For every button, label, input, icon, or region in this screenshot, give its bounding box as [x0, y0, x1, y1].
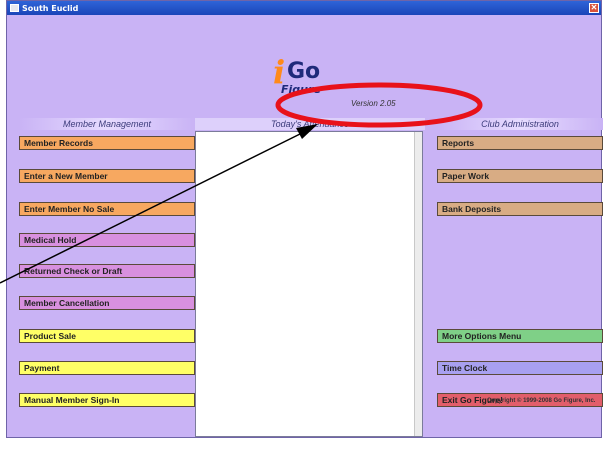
member-records-button[interactable]: Member Records — [19, 136, 195, 150]
returned-check-button[interactable]: Returned Check or Draft — [19, 264, 195, 278]
manual-member-sign-in-button[interactable]: Manual Member Sign-In — [19, 393, 195, 407]
igo-figure-logo: i Go Figure — [265, 51, 345, 101]
app-window: South Euclid ✕ i Go Figure Version 2.05 … — [6, 0, 603, 438]
title-bar: South Euclid ✕ — [7, 1, 601, 15]
app-icon — [10, 4, 19, 12]
paper-work-button[interactable]: Paper Work — [437, 169, 603, 183]
time-clock-button[interactable]: Time Clock — [437, 361, 603, 375]
window-title: South Euclid — [22, 3, 79, 13]
member-management-header: Member Management — [19, 118, 195, 130]
version-label: Version 2.05 — [351, 99, 396, 108]
reports-button[interactable]: Reports — [437, 136, 603, 150]
todays-attendance-list[interactable] — [195, 131, 423, 437]
enter-member-no-sale-button[interactable]: Enter Member No Sale — [19, 202, 195, 216]
medical-hold-button[interactable]: Medical Hold — [19, 233, 195, 247]
attendance-scrollbar[interactable] — [414, 132, 422, 436]
bank-deposits-button[interactable]: Bank Deposits — [437, 202, 603, 216]
todays-attendance-header: Today's Attendance — [195, 118, 425, 130]
more-options-menu-button[interactable]: More Options Menu — [437, 329, 603, 343]
product-sale-button[interactable]: Product Sale — [19, 329, 195, 343]
club-administration-header: Club Administration — [437, 118, 603, 130]
close-button[interactable]: ✕ — [589, 3, 599, 13]
payment-button[interactable]: Payment — [19, 361, 195, 375]
enter-new-member-button[interactable]: Enter a New Member — [19, 169, 195, 183]
copyright-text: Copyright © 1999-2008 Go Figure, Inc. — [487, 398, 596, 404]
logo-go: Go — [287, 59, 321, 84]
member-cancellation-button[interactable]: Member Cancellation — [19, 296, 195, 310]
logo-figure: Figure — [281, 83, 321, 96]
